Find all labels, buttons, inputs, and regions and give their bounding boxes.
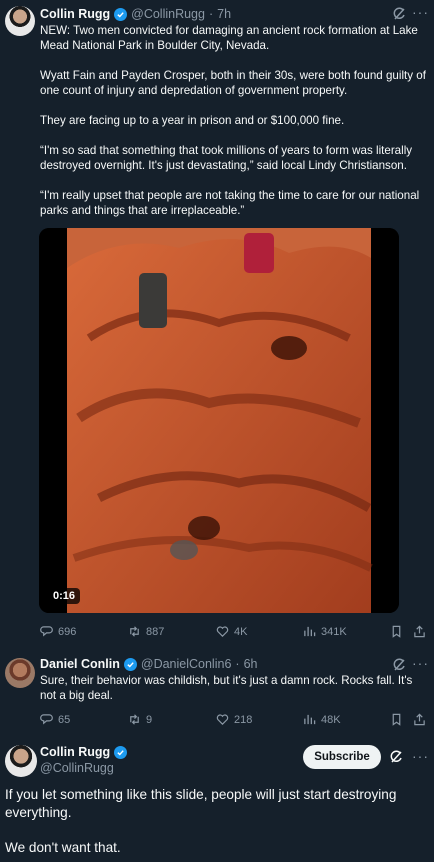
tweet-paragraph: “I'm so sad that something that took mil… [40, 144, 413, 172]
separator: · [235, 657, 240, 671]
views-button[interactable]: 48K [303, 713, 341, 726]
timestamp[interactable]: 7h [217, 7, 231, 21]
separator: · [208, 7, 214, 21]
tweet-header: Collin Rugg @CollinRugg · 7h [40, 7, 231, 21]
tweet-paragraph: Wyatt Fain and Payden Crosper, both in t… [40, 69, 426, 97]
heart-icon [216, 626, 229, 637]
author-handle[interactable]: @DanielConlin6 [141, 657, 232, 671]
grok-icon[interactable] [392, 658, 406, 672]
tweet-header: Collin Rugg [40, 745, 128, 759]
tweet-paragraph: We don't want that. [5, 840, 121, 855]
author-name[interactable]: Daniel Conlin [40, 657, 120, 671]
share-icon[interactable] [413, 713, 426, 726]
reply-header: Daniel Conlin @DanielConlin6 · 6h [40, 657, 257, 671]
author-handle[interactable]: @CollinRugg [131, 7, 205, 21]
timestamp[interactable]: 6h [244, 657, 258, 671]
views-button[interactable]: 341K [303, 625, 347, 638]
reply-icon [40, 626, 53, 637]
reply-count: 65 [58, 713, 71, 726]
view-count: 48K [321, 713, 341, 726]
tweet-paragraph: If you let something like this slide, pe… [5, 787, 397, 820]
tweet-paragraph: “I'm really upset that people are not ta… [40, 189, 420, 217]
reply-button[interactable]: 696 [40, 625, 76, 638]
like-count: 218 [234, 713, 253, 726]
share-icon[interactable] [413, 625, 426, 638]
retweet-count: 887 [146, 625, 165, 638]
reply-body: Sure, their behavior was childish, but i… [40, 674, 413, 702]
avatar[interactable] [5, 658, 35, 688]
video-player[interactable]: 0:16 [39, 228, 399, 613]
verified-badge-icon [114, 745, 128, 759]
retweet-count: 9 [146, 713, 153, 726]
reply-button[interactable]: 65 [40, 713, 70, 726]
verified-badge-icon [123, 657, 137, 671]
view-count: 341K [321, 625, 347, 638]
author-handle[interactable]: @CollinRugg [40, 761, 114, 775]
tweet-paragraph: They are facing up to a year in prison a… [40, 114, 345, 127]
grok-icon[interactable] [392, 7, 406, 21]
like-button[interactable]: 4K [216, 625, 247, 638]
avatar[interactable] [5, 6, 35, 36]
more-options-icon[interactable]: ··· [412, 5, 429, 19]
reply-icon [40, 714, 53, 725]
reply-count: 696 [58, 625, 77, 638]
retweet-button[interactable]: 9 [128, 713, 152, 726]
tweet-body: NEW: Two men convicted for damaging an a… [40, 23, 430, 218]
bookmark-icon[interactable] [390, 713, 403, 726]
more-options-icon[interactable]: ··· [412, 656, 429, 670]
subscribe-button[interactable]: Subscribe [303, 745, 381, 769]
grok-icon[interactable] [389, 750, 403, 764]
views-icon [304, 626, 316, 637]
like-count: 4K [234, 625, 248, 638]
author-name[interactable]: Collin Rugg [40, 7, 110, 21]
views-icon [304, 714, 316, 725]
video-frame [39, 228, 399, 613]
heart-icon [216, 714, 229, 725]
author-handle-row: @CollinRugg [40, 761, 114, 775]
video-duration: 0:16 [48, 588, 81, 604]
verified-badge-icon [114, 7, 128, 21]
more-options-icon[interactable]: ··· [412, 749, 429, 763]
author-name[interactable]: Collin Rugg [40, 745, 110, 759]
bookmark-icon[interactable] [390, 625, 403, 638]
retweet-icon [130, 626, 139, 637]
retweet-icon [130, 714, 139, 725]
avatar[interactable] [5, 745, 37, 777]
like-button[interactable]: 218 [216, 713, 252, 726]
tweet-paragraph: NEW: Two men convicted for damaging an a… [40, 24, 418, 52]
retweet-button[interactable]: 887 [128, 625, 164, 638]
